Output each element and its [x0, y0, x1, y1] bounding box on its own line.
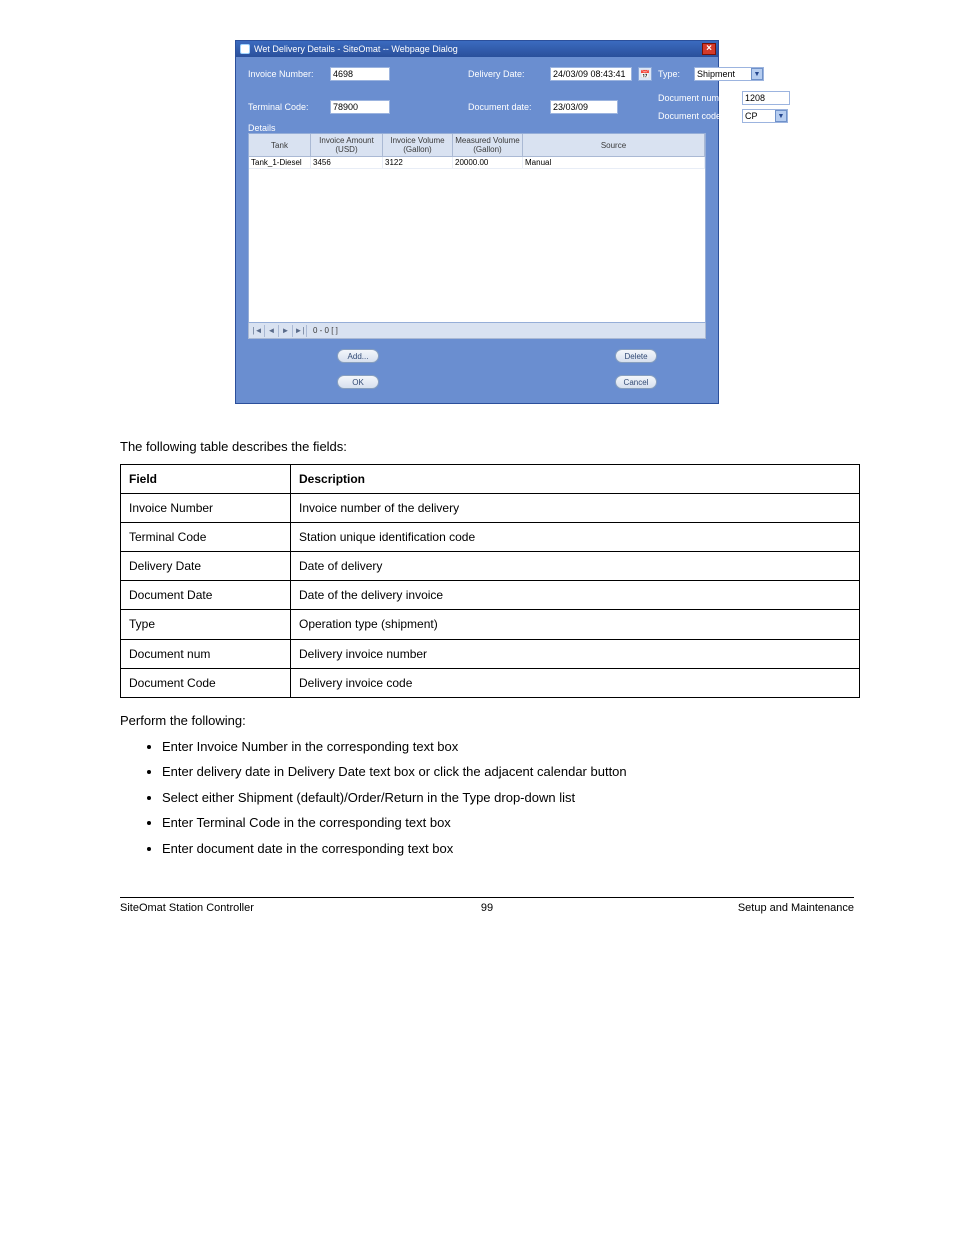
th-desc: Description — [291, 464, 860, 493]
delivery-date-input[interactable] — [550, 67, 632, 81]
fields-table: Field Description Invoice NumberInvoice … — [120, 464, 860, 699]
cell-tank: Tank_1-Diesel — [249, 157, 311, 168]
list-item: Select either Shipment (default)/Order/R… — [162, 789, 854, 807]
pager-first-icon[interactable]: |◄ — [251, 325, 265, 337]
delete-button[interactable]: Delete — [615, 349, 657, 363]
terminal-code-input[interactable] — [330, 100, 390, 114]
cell-invoice-volume: 3122 — [383, 157, 453, 168]
cell-desc: Delivery invoice code — [291, 668, 860, 697]
cell-field: Type — [121, 610, 291, 639]
grid-row[interactable]: Tank_1-Diesel 3456 3122 20000.00 Manual — [249, 157, 705, 169]
invoice-number-label: Invoice Number: — [248, 69, 324, 79]
cell-field: Document num — [121, 639, 291, 668]
col-invoice-amount: Invoice Amount (USD) — [311, 134, 383, 156]
document-num-label: Document num: — [658, 93, 736, 103]
cancel-button[interactable]: Cancel — [615, 375, 658, 389]
cell-desc: Station unique identification code — [291, 522, 860, 551]
grid-pager: |◄ ◄ ► ►| 0 - 0 [ ] — [248, 323, 706, 339]
pager-next-icon[interactable]: ► — [279, 325, 293, 337]
document-num-input[interactable] — [742, 91, 790, 105]
invoice-number-input[interactable] — [330, 67, 390, 81]
type-label: Type: — [658, 69, 688, 79]
cell-desc: Delivery invoice number — [291, 639, 860, 668]
list-item: Enter delivery date in Delivery Date tex… — [162, 763, 854, 781]
close-icon[interactable]: × — [702, 43, 716, 55]
dialog-title: Wet Delivery Details - SiteOmat -- Webpa… — [254, 44, 698, 54]
intro-text: The following table describes the fields… — [120, 438, 854, 456]
document-code-select[interactable]: CP ▼ — [742, 109, 788, 123]
cell-desc: Operation type (shipment) — [291, 610, 860, 639]
cell-desc: Date of the delivery invoice — [291, 581, 860, 610]
cell-measured-volume: 20000.00 — [453, 157, 523, 168]
col-measured-volume: Measured Volume (Gallon) — [453, 134, 523, 156]
list-item: Enter Invoice Number in the correspondin… — [162, 738, 854, 756]
terminal-code-label: Terminal Code: — [248, 102, 324, 112]
col-invoice-volume: Invoice Volume (Gallon) — [383, 134, 453, 156]
cell-desc: Invoice number of the delivery — [291, 493, 860, 522]
table-row: TypeOperation type (shipment) — [121, 610, 860, 639]
th-field: Field — [121, 464, 291, 493]
cell-field: Invoice Number — [121, 493, 291, 522]
pager-prev-icon[interactable]: ◄ — [265, 325, 279, 337]
cell-invoice-amount: 3456 — [311, 157, 383, 168]
grid-header: Tank Invoice Amount (USD) Invoice Volume… — [249, 134, 705, 157]
document-date-input[interactable] — [550, 100, 618, 114]
pager-last-icon[interactable]: ►| — [293, 325, 307, 337]
dialog-titlebar: Wet Delivery Details - SiteOmat -- Webpa… — [236, 41, 718, 57]
cell-field: Terminal Code — [121, 522, 291, 551]
chevron-down-icon: ▼ — [775, 110, 787, 122]
footer-right: Setup and Maintenance — [609, 902, 854, 914]
delivery-date-label: Delivery Date: — [468, 69, 544, 79]
table-row: Document DateDate of the delivery invoic… — [121, 581, 860, 610]
footer-left: SiteOmat Station Controller — [120, 902, 365, 914]
perform-text: Perform the following: — [120, 712, 854, 730]
type-select[interactable]: Shipment ▼ — [694, 67, 764, 81]
details-grid[interactable]: Tank Invoice Amount (USD) Invoice Volume… — [248, 133, 706, 323]
table-row: Delivery DateDate of delivery — [121, 552, 860, 581]
col-source: Source — [523, 134, 705, 156]
add-button[interactable]: Add... — [337, 349, 379, 363]
steps-list: Enter Invoice Number in the correspondin… — [162, 738, 854, 858]
chevron-down-icon: ▼ — [751, 68, 763, 80]
col-tank: Tank — [249, 134, 311, 156]
cell-desc: Date of delivery — [291, 552, 860, 581]
ok-button[interactable]: OK — [337, 375, 379, 389]
pager-range: 0 - 0 [ ] — [307, 326, 344, 335]
footer-page: 99 — [365, 902, 610, 914]
list-item: Enter document date in the corresponding… — [162, 840, 854, 858]
table-row: Invoice NumberInvoice number of the deli… — [121, 493, 860, 522]
cell-field: Document Code — [121, 668, 291, 697]
cell-field: Document Date — [121, 581, 291, 610]
document-date-label: Document date: — [468, 102, 544, 112]
table-row: Document CodeDelivery invoice code — [121, 668, 860, 697]
document-code-label: Document code: — [658, 111, 736, 121]
cell-field: Delivery Date — [121, 552, 291, 581]
page-footer: SiteOmat Station Controller 99 Setup and… — [120, 897, 854, 914]
type-value: Shipment — [697, 69, 749, 79]
table-row: Terminal CodeStation unique identificati… — [121, 522, 860, 551]
table-row: Document numDelivery invoice number — [121, 639, 860, 668]
cell-source: Manual — [523, 157, 705, 168]
document-code-value: CP — [745, 111, 773, 121]
calendar-icon[interactable]: 📅 — [638, 67, 652, 81]
wet-delivery-dialog: Wet Delivery Details - SiteOmat -- Webpa… — [235, 40, 719, 404]
details-label: Details — [248, 123, 276, 133]
ie-icon — [240, 44, 250, 54]
list-item: Enter Terminal Code in the corresponding… — [162, 814, 854, 832]
